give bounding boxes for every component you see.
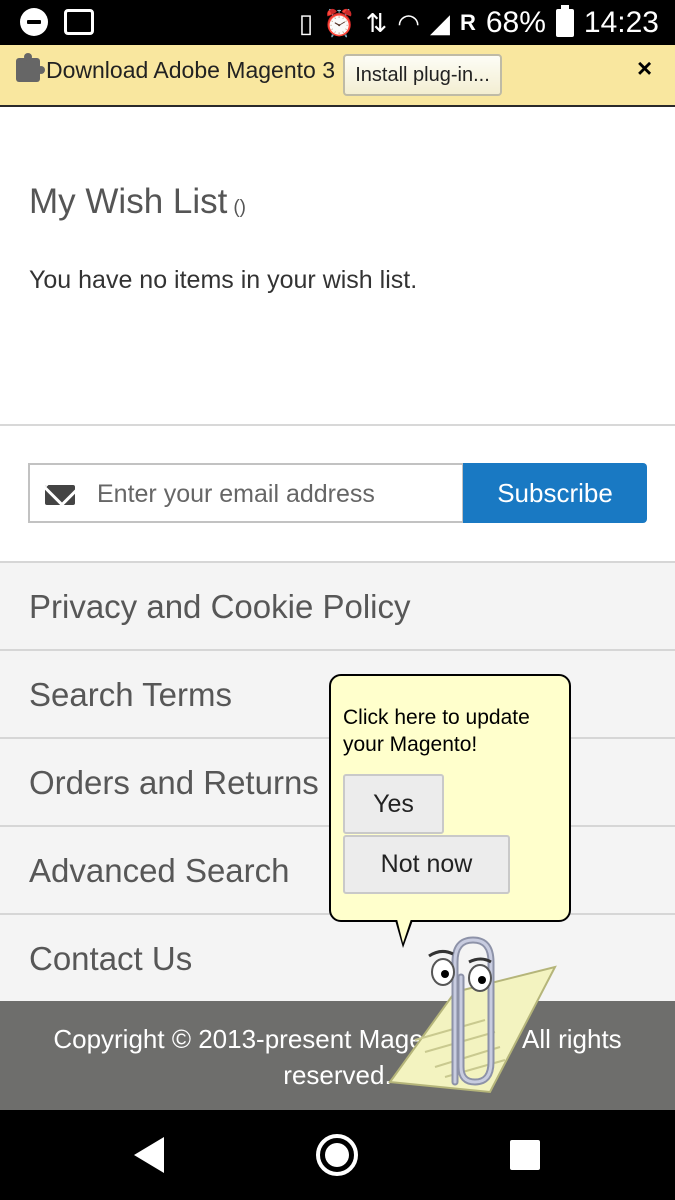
vibrate-icon: ▯ [298, 8, 314, 38]
wishlist-title-text: My Wish List [29, 182, 228, 221]
close-icon[interactable]: × [637, 53, 652, 84]
wishlist-count: () [233, 197, 247, 218]
copyright: Copyright © 2013-present Magento, Inc. A… [0, 1001, 675, 1110]
plugin-notification-bar: Download Adobe Magento 3 Install plug-in… [0, 45, 675, 107]
status-bar-right: ▯ ⏰ ⇅ ◠ ◢ R 68% 14:23 [299, 4, 659, 42]
battery-percent: 68% [485, 6, 546, 39]
recents-icon[interactable] [510, 1140, 540, 1170]
wishlist-empty-message: You have no items in your wish list. [29, 266, 418, 294]
wifi-icon: ◠ [397, 8, 420, 38]
wishlist-title: My Wish List() [29, 182, 246, 222]
status-bar-left [20, 8, 94, 36]
back-icon[interactable] [134, 1137, 164, 1173]
home-icon[interactable] [316, 1134, 358, 1176]
footer-link-contact-us[interactable]: Contact Us [0, 913, 675, 1001]
yes-button[interactable]: Yes [343, 774, 444, 834]
roaming-indicator: R [459, 10, 476, 35]
data-arrows-icon: ⇅ [365, 8, 388, 38]
status-bar: ▯ ⏰ ⇅ ◠ ◢ R 68% 14:23 [0, 0, 675, 45]
email-placeholder: Enter your email address [97, 480, 375, 508]
install-plugin-button[interactable]: Install plug-in... [343, 54, 502, 96]
divider [0, 424, 675, 426]
activity-icon [64, 9, 94, 35]
navigation-bar [0, 1110, 675, 1200]
envelope-icon [45, 485, 75, 505]
footer-link-privacy[interactable]: Privacy and Cookie Policy [0, 561, 675, 649]
email-input[interactable]: Enter your email address [28, 463, 464, 523]
alarm-icon: ⏰ [323, 8, 356, 38]
paperclip-assistant-icon[interactable] [385, 932, 560, 1102]
puzzle-piece-icon [16, 53, 45, 82]
signal-icon: ◢ [429, 8, 450, 38]
not-now-button[interactable]: Not now [343, 835, 510, 894]
plugin-message: Download Adobe Magento 3 [46, 57, 335, 83]
clock: 14:23 [583, 6, 659, 39]
clippy-message: Click here to update your Magento! [343, 706, 530, 756]
subscribe-button[interactable]: Subscribe [463, 463, 647, 523]
battery-icon [555, 5, 574, 37]
do-not-disturb-icon [20, 8, 48, 36]
